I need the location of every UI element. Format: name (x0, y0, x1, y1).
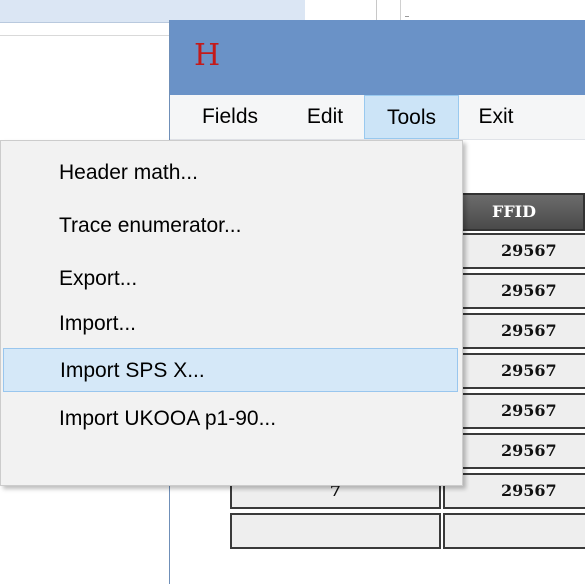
menubar: Fields Edit Tools Exit (170, 95, 585, 140)
window-titlebar[interactable]: H (170, 20, 585, 95)
ffid-cell[interactable]: 29567 (443, 313, 585, 349)
menu-item-trace-enumerator[interactable]: Trace enumerator... (3, 204, 458, 248)
screen: H Fields Edit Tools Exit FFID 29567 2956… (0, 0, 585, 584)
menu-item-import-sps-x[interactable]: Import SPS X... (3, 348, 458, 392)
ffid-cell[interactable] (443, 513, 585, 549)
row-index-cell[interactable] (230, 513, 441, 549)
menu-item-export[interactable]: Export... (3, 257, 458, 301)
ffid-cell[interactable]: 29567 (443, 353, 585, 389)
menu-item-header-math[interactable]: Header math... (3, 151, 458, 195)
ffid-cell[interactable]: 29567 (443, 233, 585, 269)
table-row[interactable] (230, 513, 585, 551)
divider (0, 35, 170, 36)
menu-fields[interactable]: Fields (190, 95, 270, 139)
menu-edit[interactable]: Edit (300, 95, 350, 139)
menu-item-import[interactable]: Import... (3, 302, 458, 346)
ffid-cell[interactable]: 29567 (443, 393, 585, 429)
tools-dropdown-menu: Header math... Trace enumerator... Expor… (0, 140, 463, 486)
ffid-cell[interactable]: 29567 (443, 433, 585, 469)
menu-tools[interactable]: Tools (364, 95, 459, 139)
ffid-cell[interactable]: 29567 (443, 473, 585, 509)
menu-exit[interactable]: Exit (472, 95, 520, 139)
column-header-ffid[interactable]: FFID (443, 193, 585, 231)
ffid-cell[interactable]: 29567 (443, 273, 585, 309)
menu-item-import-ukooa[interactable]: Import UKOOA p1-90... (3, 397, 458, 441)
app-logo-icon: H (194, 38, 221, 73)
